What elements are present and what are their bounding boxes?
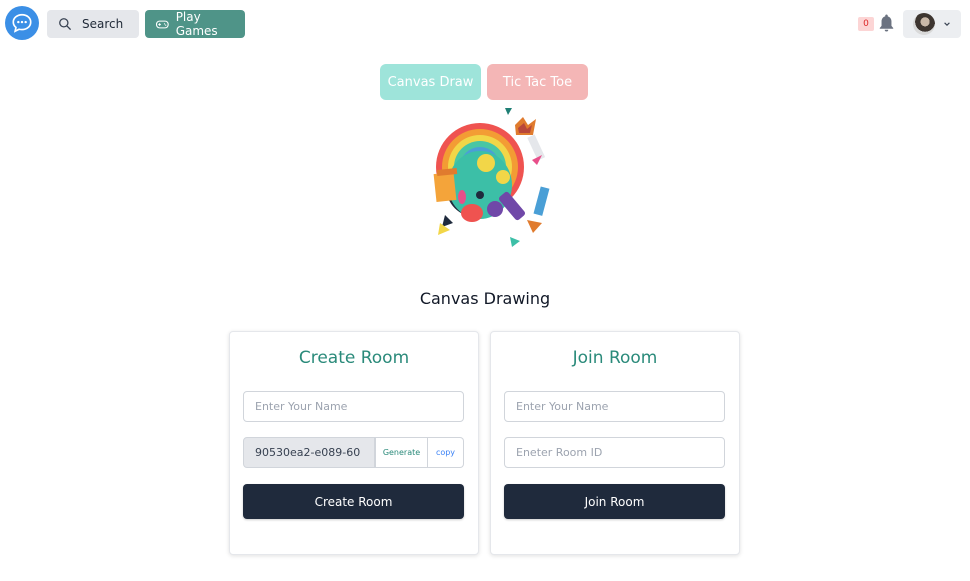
join-name-input[interactable] xyxy=(504,391,725,422)
app-logo[interactable] xyxy=(5,6,39,40)
search-button[interactable]: Search xyxy=(47,10,139,38)
copy-button[interactable]: copy xyxy=(428,437,464,468)
create-room-button[interactable]: Create Room xyxy=(243,484,464,519)
join-room-id-input[interactable] xyxy=(504,437,725,468)
join-room-button[interactable]: Join Room xyxy=(504,484,725,519)
play-games-label: Play Games xyxy=(175,10,218,38)
tab-canvas-draw[interactable]: Canvas Draw xyxy=(380,64,481,100)
user-menu[interactable] xyxy=(903,10,961,38)
chat-bubble-icon xyxy=(12,13,32,33)
join-room-title: Join Room xyxy=(572,348,658,368)
create-room-card: Create Room Generate copy Create Room xyxy=(229,331,479,555)
play-games-button[interactable]: Play Games xyxy=(145,10,245,38)
join-room-card: Join Room Join Room xyxy=(490,331,740,555)
tab-tic-tac-toe[interactable]: Tic Tac Toe xyxy=(487,64,588,100)
generate-button[interactable]: Generate xyxy=(375,437,428,468)
create-name-input[interactable] xyxy=(243,391,464,422)
notification-count-badge: 0 xyxy=(858,17,874,31)
search-label: Search xyxy=(82,17,124,31)
search-icon xyxy=(59,18,71,30)
chevron-down-icon xyxy=(944,22,950,26)
bell-icon[interactable] xyxy=(878,13,895,33)
gamepad-icon xyxy=(155,20,169,28)
room-id-group: Generate copy xyxy=(243,437,464,468)
paint-palette-illustration xyxy=(433,108,550,247)
page-title: Canvas Drawing xyxy=(419,289,551,308)
avatar xyxy=(913,13,935,35)
create-room-title: Create Room xyxy=(298,348,410,368)
room-id-field[interactable] xyxy=(243,437,375,468)
